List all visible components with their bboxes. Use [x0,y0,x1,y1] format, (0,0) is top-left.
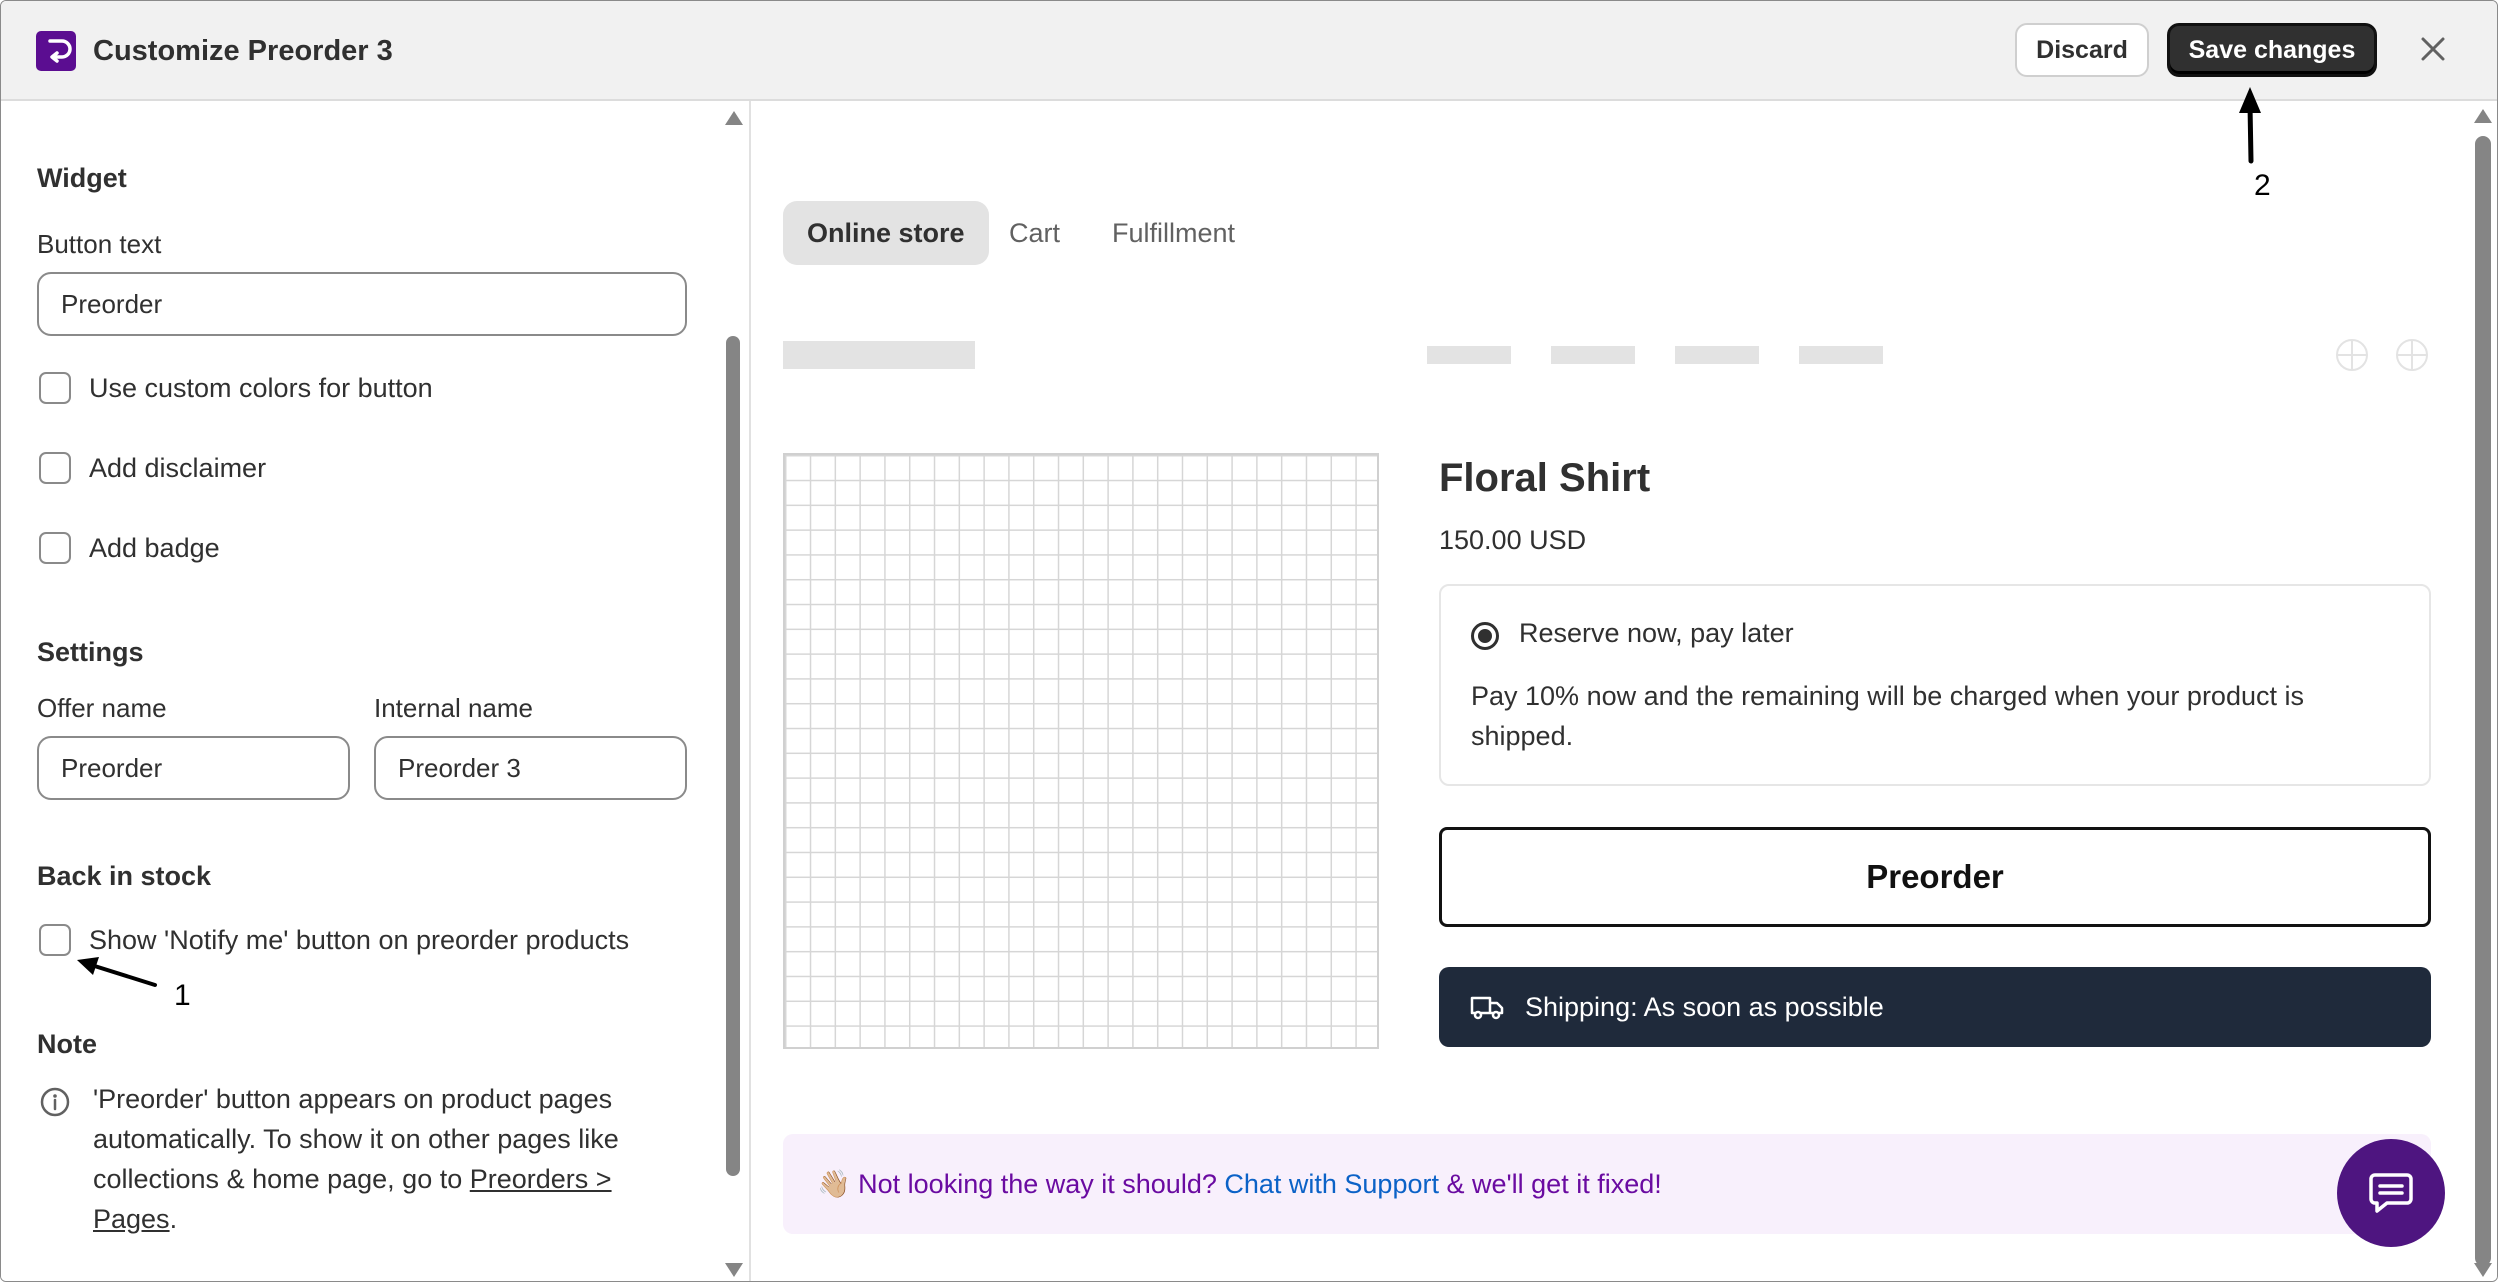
header-bar: Customize Preorder 3 Discard Save change… [1,1,2497,101]
custom-colors-checkbox[interactable] [39,372,71,404]
chat-with-support-link[interactable]: Chat with Support [1224,1169,1439,1199]
offer-name-input[interactable]: Preorder [37,736,350,800]
chat-icon [2369,1173,2413,1213]
skeleton-nav-item [1551,346,1635,364]
discard-button[interactable]: Discard [2015,23,2149,77]
annotation-arrow-1 [77,957,157,987]
wave-emoji-icon: 👋🏼 [817,1169,851,1199]
support-banner-text: 👋🏼 Not looking the way it should? Chat w… [817,1169,1662,1199]
skeleton-logo [783,341,975,369]
skeleton-nav-item [1675,346,1759,364]
left-scrollbar[interactable] [721,101,745,1281]
scroll-down-arrow-icon[interactable] [2474,1263,2492,1277]
skeleton-icon [2396,339,2428,371]
section-title-settings: Settings [37,637,144,667]
reserve-option-description: Pay 10% now and the remaining will be ch… [1471,681,2304,751]
offer-name-label: Offer name [37,693,167,723]
annotation-label-1: 1 [174,979,191,1012]
close-icon[interactable] [2415,31,2451,67]
page-title: Customize Preorder 3 [93,35,393,67]
section-title-back-in-stock: Back in stock [37,861,212,891]
product-image-placeholder [783,453,1379,1049]
section-title-note: Note [37,1029,97,1059]
button-text-input[interactable]: Preorder [37,272,687,336]
skeleton-nav-item [1427,346,1511,364]
tab-online-store[interactable]: Online store [783,201,989,265]
tab-fulfillment[interactable]: Fulfillment [1112,201,1235,265]
button-text-label: Button text [37,229,162,259]
info-icon [40,1087,70,1117]
annotation-label-2: 2 [2254,169,2271,202]
scroll-up-arrow-icon[interactable] [2474,109,2492,123]
support-banner: 👋🏼 Not looking the way it should? Chat w… [783,1134,2431,1234]
add-disclaimer-label: Add disclaimer [89,453,267,483]
add-disclaimer-checkbox[interactable] [39,452,71,484]
product-price: 150.00 USD [1439,525,1587,555]
modal-window: Customize Preorder 3 Discard Save change… [0,0,2498,1282]
app-logo-icon [36,31,76,71]
notify-me-checkbox[interactable] [39,924,71,956]
tab-cart[interactable]: Cart [1009,201,1060,265]
note-text: 'Preorder' button appears on product pag… [93,1084,619,1234]
section-title-widget: Widget [37,163,127,193]
left-scrollbar-thumb[interactable] [726,336,740,1176]
chat-support-button[interactable] [2337,1139,2445,1247]
custom-colors-label: Use custom colors for button [89,373,433,403]
shipping-text: Shipping: As soon as possible [1525,992,1884,1022]
skeleton-icon [2336,339,2368,371]
preview-scrollbar-thumb[interactable] [2475,136,2491,1266]
internal-name-input[interactable]: Preorder 3 [374,736,687,800]
internal-name-label: Internal name [374,693,533,723]
scroll-down-arrow-icon[interactable] [725,1263,743,1277]
product-title: Floral Shirt [1439,456,1651,500]
reserve-option-label: Reserve now, pay later [1519,618,1794,648]
shipping-bar: Shipping: As soon as possible [1439,967,2431,1047]
add-badge-checkbox[interactable] [39,532,71,564]
preorder-button[interactable]: Preorder [1439,827,2431,927]
reserve-radio[interactable] [1471,622,1499,650]
truck-icon [1470,996,1504,1020]
add-badge-label: Add badge [89,533,220,563]
save-changes-button[interactable]: Save changes [2167,23,2377,77]
skeleton-nav-item [1799,346,1883,364]
payment-option-card[interactable]: Reserve now, pay later Pay 10% now and t… [1439,584,2431,786]
annotation-arrow-2 [2239,87,2261,164]
scroll-up-arrow-icon[interactable] [725,111,743,125]
preview-scrollbar[interactable] [2469,101,2497,1281]
